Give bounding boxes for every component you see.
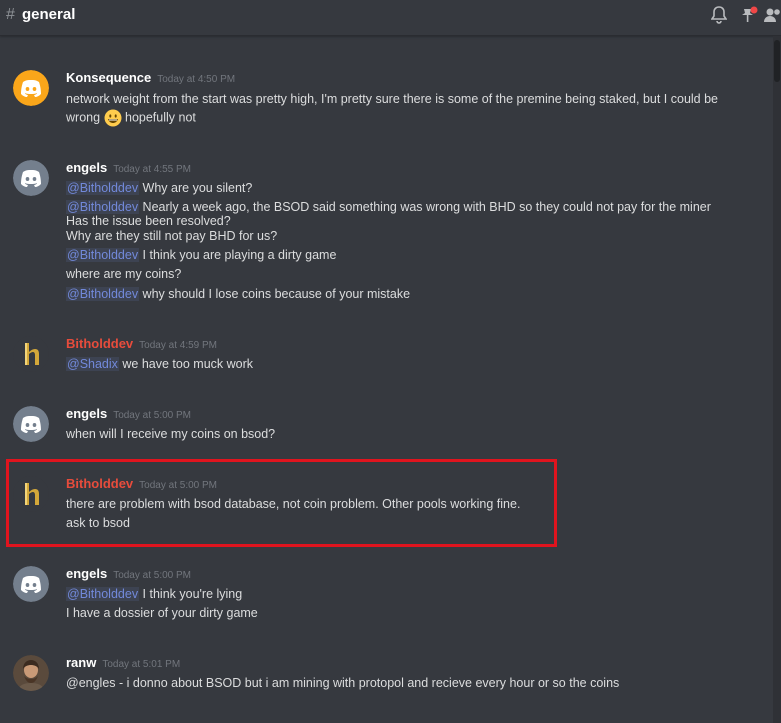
- message-text: network weight from the start was pretty…: [66, 92, 718, 107]
- message-timestamp: Today at 5:00 PM: [113, 410, 192, 421]
- members-icon[interactable]: [763, 6, 781, 27]
- message-text: I have a dossier of your dirty game: [66, 606, 258, 621]
- text-run: Why are you silent?: [139, 181, 253, 195]
- message-timestamp: Today at 4:50 PM: [157, 74, 236, 85]
- author-name[interactable]: engels Today at 5:00 PM: [66, 406, 191, 421]
- text-run: I have a dossier of your dirty game: [66, 606, 258, 620]
- channel-name: general: [22, 6, 76, 23]
- author-name-text[interactable]: Bitholddev: [66, 336, 133, 351]
- text-run: why should I lose coins because of your …: [139, 287, 411, 301]
- message-timestamp: Today at 4:59 PM: [139, 340, 217, 351]
- message-text: @Bitholddev I think you are playing a di…: [66, 248, 336, 263]
- text-run: Why are they still not pay BHD for us?: [66, 229, 278, 243]
- avatar[interactable]: [13, 160, 49, 196]
- scrollbar-thumb[interactable]: [774, 40, 780, 82]
- channel-hash-icon: #: [6, 6, 15, 23]
- message-text: when will I receive my coins on bsod?: [66, 427, 275, 442]
- text-run: we have too muck work: [118, 357, 254, 371]
- text-run: where are my coins?: [66, 267, 182, 281]
- author-name[interactable]: Konsequence Today at 4:50 PM: [66, 70, 235, 85]
- author-name[interactable]: engels Today at 4:55 PM: [66, 160, 191, 175]
- scrollbar-track[interactable]: [773, 36, 781, 723]
- message-timestamp: Today at 4:55 PM: [113, 164, 192, 175]
- text-run: hopefully not: [121, 110, 196, 125]
- message-text: @Bitholddev Nearly a week ago, the BSOD …: [66, 200, 711, 215]
- message-text: @Bitholddev Why are you silent?: [66, 181, 252, 196]
- text-run: when will I receive my coins on bsod?: [66, 427, 276, 441]
- author-name[interactable]: ranw Today at 5:01 PM: [66, 655, 180, 670]
- message-text: Has the issue been resolved?: [66, 214, 231, 229]
- text-run: @engles - i donno about BSOD but i am mi…: [66, 676, 620, 690]
- author-name[interactable]: engels Today at 5:00 PM: [66, 566, 191, 581]
- author-name-text[interactable]: engels: [66, 406, 107, 421]
- author-name[interactable]: Bitholddev Today at 4:59 PM: [66, 336, 217, 351]
- text-run: I think you're lying: [139, 587, 243, 601]
- avatar[interactable]: [13, 336, 49, 372]
- message-text: where are my coins?: [66, 267, 181, 282]
- highlight-box: [6, 459, 557, 547]
- text-run: Nearly a week ago, the BSOD said somethi…: [139, 200, 711, 214]
- text-run: I think you are playing a dirty game: [139, 248, 337, 262]
- avatar[interactable]: [13, 655, 49, 691]
- author-name-text[interactable]: ranw: [66, 655, 96, 670]
- grinning-emoji: [104, 109, 122, 127]
- text-run: wrong: [66, 110, 104, 125]
- pin-icon[interactable]: [740, 6, 758, 27]
- user-mention[interactable]: @Bitholddev: [66, 248, 140, 262]
- message-timestamp: Today at 5:01 PM: [102, 659, 181, 670]
- message-text: @Bitholddev why should I lose coins beca…: [66, 287, 410, 302]
- text-run: Has the issue been resolved?: [66, 214, 231, 228]
- message-text: wrong hopefully not: [66, 109, 196, 127]
- avatar[interactable]: [13, 406, 49, 442]
- avatar[interactable]: [13, 566, 49, 602]
- text-run: network weight from the start was pretty…: [66, 92, 719, 106]
- author-name-text[interactable]: engels: [66, 160, 107, 175]
- bell-icon[interactable]: [710, 6, 728, 27]
- message-text: Why are they still not pay BHD for us?: [66, 229, 277, 244]
- user-mention[interactable]: @Bitholddev: [66, 587, 140, 601]
- channel-header: # general: [0, 0, 781, 36]
- message-text: @Bitholddev I think you're lying: [66, 587, 242, 602]
- message-text: @Shadix we have too muck work: [66, 357, 253, 372]
- author-name-text[interactable]: Konsequence: [66, 70, 151, 85]
- avatar[interactable]: [13, 70, 49, 106]
- message-timestamp: Today at 5:00 PM: [113, 570, 192, 581]
- author-name-text[interactable]: engels: [66, 566, 107, 581]
- user-mention[interactable]: @Shadix: [66, 357, 119, 371]
- user-mention[interactable]: @Bitholddev: [66, 200, 140, 214]
- message-text: @engles - i donno about BSOD but i am mi…: [66, 676, 619, 691]
- user-mention[interactable]: @Bitholddev: [66, 181, 140, 195]
- user-mention[interactable]: @Bitholddev: [66, 287, 140, 301]
